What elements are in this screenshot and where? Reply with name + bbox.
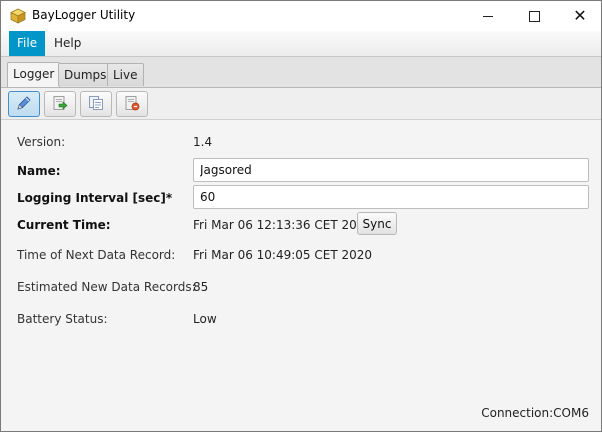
close-icon: ✕ bbox=[573, 6, 587, 25]
edit-button[interactable] bbox=[8, 91, 40, 117]
copy-button[interactable] bbox=[80, 91, 112, 117]
app-window: BayLogger Utility ✕ File Help Logger Dum… bbox=[0, 0, 602, 432]
title-bar[interactable]: BayLogger Utility ✕ bbox=[1, 1, 601, 31]
tab-dumps[interactable]: Dumps bbox=[58, 63, 113, 86]
version-value: 1.4 bbox=[193, 135, 213, 149]
next-record-label: Time of Next Data Record: bbox=[17, 248, 176, 262]
tab-logger[interactable]: Logger bbox=[7, 62, 61, 87]
toolbar bbox=[1, 88, 601, 120]
copy-icon bbox=[87, 94, 105, 115]
maximize-button[interactable] bbox=[511, 1, 557, 31]
logger-form: Version: 1.4 Name: Logging Interval [sec… bbox=[1, 120, 601, 431]
menu-bar: File Help bbox=[1, 31, 601, 57]
connection-status: Connection:COM6 bbox=[481, 406, 589, 420]
menu-help[interactable]: Help bbox=[46, 31, 89, 56]
minimize-icon bbox=[483, 15, 493, 17]
battery-status-value: Low bbox=[193, 312, 217, 326]
tab-live[interactable]: Live bbox=[107, 63, 144, 86]
erase-icon bbox=[123, 94, 141, 115]
estimated-records-label: Estimated New Data Records: bbox=[17, 280, 196, 294]
window-title: BayLogger Utility bbox=[32, 8, 136, 22]
close-button[interactable]: ✕ bbox=[557, 1, 602, 31]
estimated-records-value: 85 bbox=[193, 280, 209, 294]
current-time-label: Current Time: bbox=[17, 218, 111, 232]
logging-interval-label: Logging Interval [sec]* bbox=[17, 191, 173, 205]
current-time-value: Fri Mar 06 12:13:36 CET 2020 bbox=[193, 218, 373, 232]
tab-bar: Logger Dumps Live bbox=[1, 57, 601, 88]
name-label: Name: bbox=[17, 164, 61, 178]
erase-button[interactable] bbox=[116, 91, 148, 117]
pencil-icon bbox=[15, 94, 33, 115]
battery-status-label: Battery Status: bbox=[17, 312, 108, 326]
export-icon bbox=[51, 94, 69, 115]
menu-file[interactable]: File bbox=[9, 31, 46, 56]
logging-interval-input[interactable] bbox=[193, 185, 589, 209]
name-input[interactable] bbox=[193, 158, 589, 182]
app-logo-icon bbox=[10, 8, 26, 24]
next-record-value: Fri Mar 06 10:49:05 CET 2020 bbox=[193, 248, 373, 262]
export-button[interactable] bbox=[44, 91, 76, 117]
sync-button[interactable]: Sync bbox=[357, 212, 397, 235]
maximize-icon bbox=[528, 10, 540, 22]
version-label: Version: bbox=[17, 135, 66, 149]
minimize-button[interactable] bbox=[465, 1, 511, 31]
